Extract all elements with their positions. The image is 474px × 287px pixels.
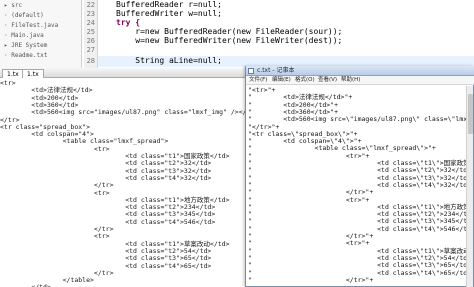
line-number: 26 [86,37,95,45]
notepad-app-icon [248,68,254,74]
line-number: 25 [86,28,95,36]
tab-file-1[interactable]: 1.tx [2,69,24,78]
code-line[interactable]: r=new BufferedReader(new FileReader(sour… [116,27,342,36]
scrollbar-thumb[interactable] [468,94,473,134]
notepad-text-line: " <td>560<img src=\"images/ul87.png\" cl… [248,115,467,124]
line-number: 28 [86,57,95,65]
package-tree-item[interactable]: · Main.java [4,32,44,39]
notepad-text-area[interactable]: "<tr>"+ " <td>法律法规</td>"+ " <td>200</td>"+… [246,86,467,287]
line-number: 22 [86,1,95,9]
left-text-pane[interactable]: 1.tx 1.tx <tr> <td>法律法规</td> <td>200</td… [0,68,258,287]
notepad-vertical-scrollbar[interactable] [466,86,473,287]
code-line[interactable]: try { [116,18,140,27]
notepad-window[interactable]: c.txt - 记事本 文件(F) 编辑(E) 格式(O) 查看(V) 帮助(H… [245,66,474,287]
package-tree-item[interactable]: · FileTest.java [4,22,58,29]
code-line[interactable]: BufferedWriter w=null; [116,9,222,18]
menu-format[interactable]: 格式(O) [295,76,315,85]
code-line[interactable]: w=new BufferedWriter(new FileWriter(dest… [116,36,342,45]
notepad-titlebar[interactable]: c.txt - 记事本 [246,66,474,76]
notepad-title: c.txt - 记事本 [257,67,295,74]
menu-file[interactable]: 文件(F) [249,76,267,85]
line-number: 27 [86,46,95,54]
editor-tab-bar: 1.tx 1.tx [0,68,248,78]
menu-edit[interactable]: 编辑(E) [272,76,291,85]
line-number: 24 [86,19,95,27]
tab-file-2[interactable]: 1.tx [22,69,44,78]
menu-help[interactable]: 帮助(H) [341,76,360,85]
notepad-text-line: " </tr>"+ [248,275,374,284]
java-editor[interactable]: ▸ src · (default) · FileTest.java · Main… [0,0,474,68]
code-line[interactable]: BufferedReader r=null; [116,0,222,9]
package-tree-item[interactable]: ▸ src [4,2,22,9]
package-tree-item[interactable]: · Readme.txt [4,52,47,59]
package-tree-item[interactable]: · (default) [4,12,44,19]
editor-line-numbers: 22 23 24 25 26 27 28 [84,0,98,68]
notepad-menubar: 文件(F) 编辑(E) 格式(O) 查看(V) 帮助(H) [246,76,474,85]
text-line: </td> [0,283,248,287]
package-tree-item[interactable]: ▸ JRE System [4,42,47,49]
left-text-content[interactable]: <tr> <td>法律法规</td> <td>200</td> <td>360<… [0,79,258,287]
code-line[interactable]: String aLine=null; [116,56,222,65]
line-number: 23 [86,10,95,18]
package-explorer[interactable]: ▸ src · (default) · FileTest.java · Main… [0,0,82,68]
menu-view[interactable]: 查看(V) [318,76,337,85]
